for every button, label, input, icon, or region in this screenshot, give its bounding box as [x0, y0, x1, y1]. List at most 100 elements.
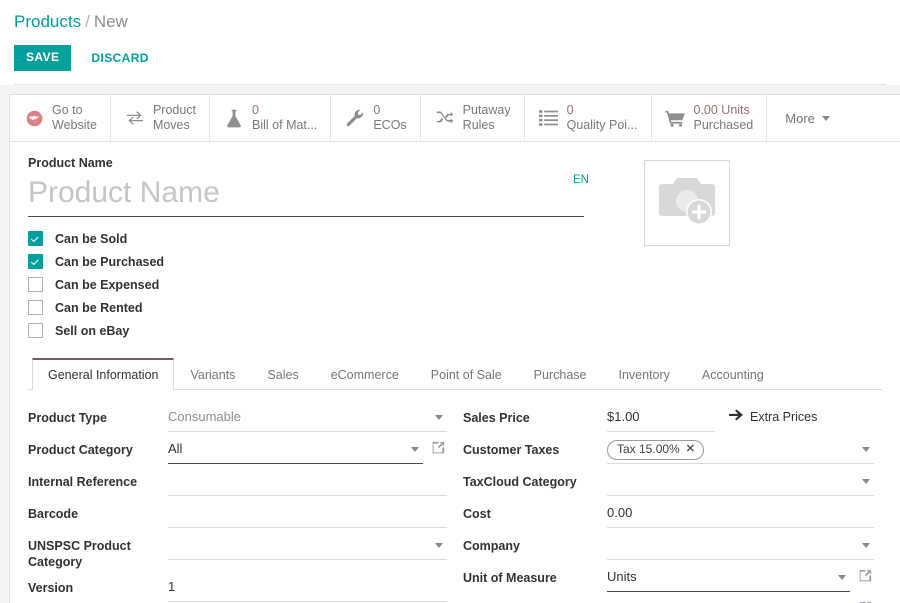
tab-ecommerce[interactable]: eCommerce [315, 358, 415, 390]
shopping-cart-icon [665, 110, 687, 127]
sheet-background: Go to Website Product Moves 0 Bill of Ma… [0, 85, 900, 603]
field-value-product-type[interactable]: Consumable [168, 406, 447, 432]
external-link-icon[interactable] [432, 441, 445, 454]
field-control-taxcloud-category[interactable] [607, 470, 874, 496]
checkbox-label[interactable]: Can be Rented [55, 301, 143, 315]
smart-button-line1: Product [152, 103, 197, 117]
product-image-upload[interactable] [644, 160, 730, 246]
checkbox-row-can-be-rented[interactable]: Can be Rented [28, 296, 584, 319]
checkbox-can-be-sold[interactable] [28, 231, 43, 246]
field-row-taxcloud-category: TaxCloud Category [463, 470, 874, 496]
field-label-taxcloud-category: TaxCloud Category [463, 475, 577, 489]
field-value-version[interactable]: 1 [168, 576, 447, 602]
tab-accounting[interactable]: Accounting [686, 358, 780, 390]
field-label-sales-price: Sales Price [463, 411, 530, 425]
field-control-product-category[interactable]: All [168, 438, 445, 464]
field-value-product-category[interactable]: All [168, 438, 423, 464]
chevron-down-icon[interactable] [411, 447, 419, 452]
field-value-purchase-unit-of-measure[interactable]: Units [607, 598, 850, 603]
checkbox-sell-on-ebay[interactable] [28, 323, 43, 338]
field-label-purchase-unit-of-measure: Purchase Unit of Measure [463, 598, 607, 603]
tab-sales[interactable]: Sales [251, 358, 314, 390]
discard-button[interactable]: DISCARD [87, 45, 152, 71]
title-row: Product Name EN Can be Sold Can be Purch… [28, 156, 882, 342]
smart-button-go-to-website[interactable]: Go to Website [10, 95, 111, 141]
tab-variants[interactable]: Variants [174, 358, 251, 390]
checkbox-row-can-be-purchased[interactable]: Can be Purchased [28, 250, 584, 273]
smart-button-value: 0 [252, 103, 259, 117]
field-label-cost: Cost [463, 507, 491, 521]
checkbox-can-be-purchased[interactable] [28, 254, 43, 269]
field-value-customer-taxes[interactable]: Tax 15.00% ✕ [607, 438, 874, 464]
smart-button-product-moves[interactable]: Product Moves [110, 95, 211, 141]
field-row-company: Company [463, 534, 874, 560]
field-control-product-type[interactable]: Consumable [168, 406, 447, 432]
field-control-customer-taxes[interactable]: Tax 15.00% ✕ [607, 438, 874, 464]
smart-button-quality-points[interactable]: 0 Quality Poi... [524, 95, 652, 141]
smart-button-line1: Putaway [462, 103, 511, 117]
field-control-version[interactable]: 1 [168, 576, 447, 602]
field-control-barcode[interactable] [168, 502, 447, 528]
smart-button-line2: Quality Poi... [566, 118, 638, 132]
external-link-icon[interactable] [859, 569, 872, 582]
chevron-down-icon[interactable] [838, 575, 846, 580]
checkbox-row-can-be-sold[interactable]: Can be Sold [28, 227, 584, 250]
field-control-unspsc-product-category[interactable] [168, 534, 447, 560]
tab-point-of-sale[interactable]: Point of Sale [415, 358, 518, 390]
tab-inventory[interactable]: Inventory [602, 358, 685, 390]
checkbox-label[interactable]: Can be Sold [55, 232, 127, 246]
field-control-sales-price[interactable]: $1.00 [607, 406, 715, 432]
smart-button-units-purchased[interactable]: 0.00 Units Purchased [651, 95, 768, 141]
breadcrumb-current: New [93, 12, 128, 31]
extra-prices-label: Extra Prices [750, 409, 818, 424]
smart-button-label: 0 ECOs [373, 103, 406, 133]
field-value-barcode[interactable] [168, 502, 447, 528]
save-button[interactable]: SAVE [14, 45, 72, 71]
chevron-down-icon[interactable] [435, 543, 443, 548]
globe-icon [23, 110, 45, 127]
field-label-version: Version [28, 581, 74, 595]
smart-button-bar: Go to Website Product Moves 0 Bill of Ma… [10, 95, 900, 142]
language-badge[interactable]: EN [573, 174, 589, 186]
tab-purchase[interactable]: Purchase [518, 358, 603, 390]
field-control-company[interactable] [607, 534, 874, 560]
field-value-taxcloud-category[interactable] [607, 470, 874, 496]
field-control-internal-reference[interactable] [168, 470, 447, 496]
chevron-down-icon[interactable] [862, 447, 870, 452]
field-control-cost[interactable]: 0.00 [607, 502, 874, 528]
field-row-product-type: Product Type Consumable [28, 406, 447, 432]
smart-button-line2: Moves [152, 118, 190, 132]
checkbox-can-be-expensed[interactable] [28, 277, 43, 292]
field-control-unit-of-measure[interactable]: Units [607, 566, 872, 592]
field-value-unspsc-product-category[interactable] [168, 534, 447, 560]
tax-tag[interactable]: Tax 15.00% ✕ [607, 440, 704, 460]
close-icon[interactable]: ✕ [686, 442, 695, 457]
field-control-purchase-unit-of-measure[interactable]: Units [607, 598, 872, 603]
checkbox-can-be-rented[interactable] [28, 300, 43, 315]
field-value-cost[interactable]: 0.00 [607, 502, 874, 528]
notebook-tabs: General Information Variants Sales eComm… [28, 358, 882, 390]
checkbox-row-can-be-expensed[interactable]: Can be Expensed [28, 273, 584, 296]
extra-prices-link[interactable]: Extra Prices [729, 406, 817, 424]
field-value-company[interactable] [607, 534, 874, 560]
smart-button-bill-of-materials[interactable]: 0 Bill of Mat... [210, 95, 332, 141]
field-value-sales-price[interactable]: $1.00 [607, 406, 715, 432]
sheet-body: Product Name EN Can be Sold Can be Purch… [10, 142, 900, 603]
smart-button-more[interactable]: More [767, 95, 848, 141]
checkbox-label[interactable]: Sell on eBay [55, 324, 129, 338]
product-name-input[interactable] [28, 172, 584, 214]
field-value-internal-reference[interactable] [168, 470, 447, 496]
checkbox-row-sell-on-ebay[interactable]: Sell on eBay [28, 319, 584, 342]
smart-button-ecos[interactable]: 0 ECOs [331, 95, 421, 141]
field-label-internal-reference: Internal Reference [28, 475, 138, 489]
checkbox-label[interactable]: Can be Expensed [55, 278, 159, 292]
chevron-down-icon[interactable] [435, 415, 443, 420]
tab-general-information[interactable]: General Information [32, 358, 175, 390]
smart-button-value: 0 [566, 103, 574, 117]
breadcrumb-products-link[interactable]: Products [14, 12, 81, 31]
chevron-down-icon[interactable] [862, 543, 870, 548]
field-value-unit-of-measure[interactable]: Units [607, 566, 850, 592]
chevron-down-icon[interactable] [862, 479, 870, 484]
smart-button-putaway-rules[interactable]: Putaway Rules [420, 95, 525, 141]
checkbox-label[interactable]: Can be Purchased [55, 255, 164, 269]
